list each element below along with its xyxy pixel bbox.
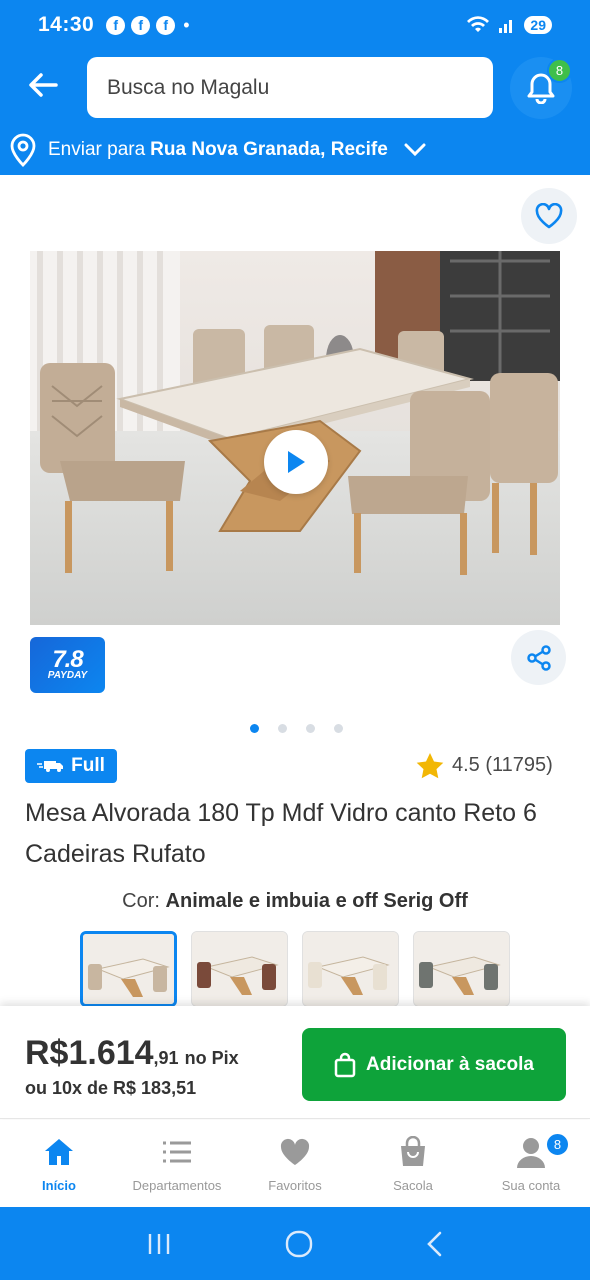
truck-icon xyxy=(37,761,64,772)
share-icon xyxy=(526,644,551,671)
color-value: Animale e imbuia e off Serig Off xyxy=(165,890,468,912)
facebook-icon: f xyxy=(106,15,126,35)
nav-home-label: Início xyxy=(42,1178,76,1193)
variant-image xyxy=(192,932,287,1006)
price: R$1.614,91 no Pix xyxy=(25,1034,239,1073)
carousel-indicator xyxy=(250,724,343,733)
search-placeholder: Busca no Magalu xyxy=(107,75,270,99)
nav-bag-label: Sacola xyxy=(393,1178,433,1193)
address-prefix: Enviar para xyxy=(48,139,146,160)
wifi-icon xyxy=(467,16,490,32)
heart-icon xyxy=(280,1138,310,1165)
nav-home[interactable]: Início xyxy=(0,1120,118,1207)
bag-icon xyxy=(401,1136,425,1166)
color-label: Cor: xyxy=(122,890,160,912)
home-icon xyxy=(45,1139,73,1165)
nav-bag[interactable]: Sacola xyxy=(354,1120,472,1207)
location-pin-icon xyxy=(10,133,36,167)
add-to-bag-label: Adicionar à sacola xyxy=(366,1053,534,1075)
variant-image xyxy=(414,932,509,1006)
menu-list-icon xyxy=(163,1141,191,1163)
purchase-bar: R$1.614,91 no Pix ou 10x de R$ 183,51 Adi… xyxy=(0,1006,590,1119)
nav-account-label: Sua conta xyxy=(501,1178,561,1193)
back-arrow-icon[interactable] xyxy=(26,68,60,102)
play-icon xyxy=(288,451,305,473)
signal-icon xyxy=(499,20,513,33)
back-chevron-icon[interactable] xyxy=(425,1230,445,1258)
installments: ou 10x de R$ 183,51 xyxy=(25,1078,197,1098)
price-main: R$1.614 xyxy=(25,1034,154,1072)
search-input[interactable]: Busca no Magalu xyxy=(87,57,493,118)
add-to-bag-button[interactable]: Adicionar à sacola xyxy=(302,1028,566,1101)
color-variant-thumb[interactable] xyxy=(302,931,399,1007)
heart-outline-icon xyxy=(535,203,563,229)
nav-departments[interactable]: Departamentos xyxy=(118,1120,236,1207)
favorite-button[interactable] xyxy=(521,188,577,244)
product-rating[interactable]: 4.5 (11795) xyxy=(416,752,553,779)
nav-favorites[interactable]: Favoritos xyxy=(236,1120,354,1207)
delivery-address-bar[interactable]: Enviar para Rua Nova Granada, Recife xyxy=(0,125,590,175)
carousel-dot[interactable] xyxy=(250,724,259,733)
nav-account[interactable]: Sua conta 8 xyxy=(472,1120,590,1207)
payday-label: PAYDAY xyxy=(47,670,88,681)
account-badge: 8 xyxy=(545,1132,570,1157)
carousel-dot[interactable] xyxy=(334,724,343,733)
full-shipping-badge: Full xyxy=(25,749,117,783)
color-variant-thumb[interactable] xyxy=(191,931,288,1007)
payday-badge: 7.8 PAYDAY xyxy=(30,637,105,693)
recent-apps-icon[interactable] xyxy=(145,1232,173,1256)
nav-favorites-label: Favoritos xyxy=(268,1178,322,1193)
star-icon xyxy=(416,753,444,779)
shopping-bag-icon xyxy=(334,1052,356,1077)
more-notifications-dot: • xyxy=(183,14,190,35)
color-selector-label: Cor: Animale e imbuia e off Serig Off xyxy=(0,890,590,913)
battery-indicator: 29 xyxy=(524,16,552,34)
color-variant-thumb[interactable] xyxy=(413,931,510,1007)
full-label: Full xyxy=(71,755,105,776)
address-location: Rua Nova Granada, Recife xyxy=(150,139,388,160)
nav-departments-label: Departamentos xyxy=(132,1178,222,1193)
bottom-navigation: Início Departamentos Favoritos Sacola Su… xyxy=(0,1120,590,1207)
color-variants xyxy=(80,931,510,1007)
chevron-down-icon xyxy=(404,143,426,157)
facebook-icon: f xyxy=(156,15,176,35)
carousel-dot[interactable] xyxy=(306,724,315,733)
play-video-button[interactable] xyxy=(264,430,328,494)
user-icon xyxy=(517,1138,545,1168)
carousel-dot[interactable] xyxy=(278,724,287,733)
top-header: Busca no Magalu xyxy=(0,50,590,125)
system-navigation-bar xyxy=(0,1207,590,1280)
share-button[interactable] xyxy=(511,630,566,685)
variant-image xyxy=(303,932,398,1006)
price-cents: ,91 xyxy=(153,1048,179,1068)
home-circle-icon[interactable] xyxy=(284,1229,314,1259)
price-method: no Pix xyxy=(184,1048,239,1068)
status-time: 14:30 xyxy=(38,13,95,36)
rating-text: 4.5 (11795) xyxy=(452,754,553,776)
variant-image xyxy=(83,934,174,1004)
color-variant-thumb[interactable] xyxy=(80,931,177,1007)
notification-icons: f f f xyxy=(106,15,176,35)
facebook-icon: f xyxy=(131,15,151,35)
payday-number: 7.8 xyxy=(52,646,83,673)
notification-badge: 8 xyxy=(547,58,572,83)
status-bar: 14:30 f f f • 29 xyxy=(0,0,590,50)
product-title: Mesa Alvorada 180 Tp Mdf Vidro canto Ret… xyxy=(25,799,537,868)
